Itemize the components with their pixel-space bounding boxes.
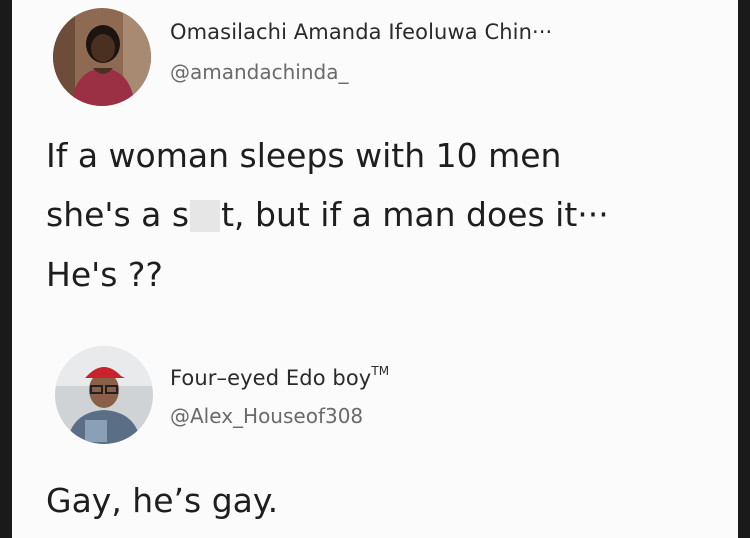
tweet2-display-name[interactable]: Four–eyed Edo boyTM	[170, 364, 389, 390]
tweet2-handle[interactable]: @Alex_Houseof308	[170, 404, 363, 428]
tweet1-text-line3: He's ??	[46, 255, 163, 294]
tweet1-avatar[interactable]	[53, 8, 151, 106]
tweet1-text-line1: If a woman sleeps with 10 men	[46, 136, 562, 175]
tweet-screenshot-card: Omasilachi Amanda Ifeoluwa Chin··· @aman…	[12, 0, 738, 538]
woman-profile-photo-icon	[53, 8, 151, 106]
tweet2-avatar[interactable]	[55, 346, 153, 444]
tweet1-display-name[interactable]: Omasilachi Amanda Ifeoluwa Chin···	[170, 20, 552, 44]
tweet1-line2-start: she's a s	[46, 195, 190, 234]
censor-block	[190, 200, 221, 232]
tweet2-name-text: Four–eyed Edo boy	[170, 366, 372, 390]
tweet1-handle[interactable]: @amandachinda_	[170, 60, 348, 84]
tweet2-text: Gay, he’s gay.	[46, 481, 279, 520]
tweet1-text-line2: she's a s t, but if a man does it···	[46, 190, 609, 240]
man-red-cap-profile-photo-icon	[55, 346, 153, 444]
trademark-symbol: TM	[371, 364, 390, 378]
tweet1-line2-end: t, but if a man does it···	[221, 195, 609, 234]
